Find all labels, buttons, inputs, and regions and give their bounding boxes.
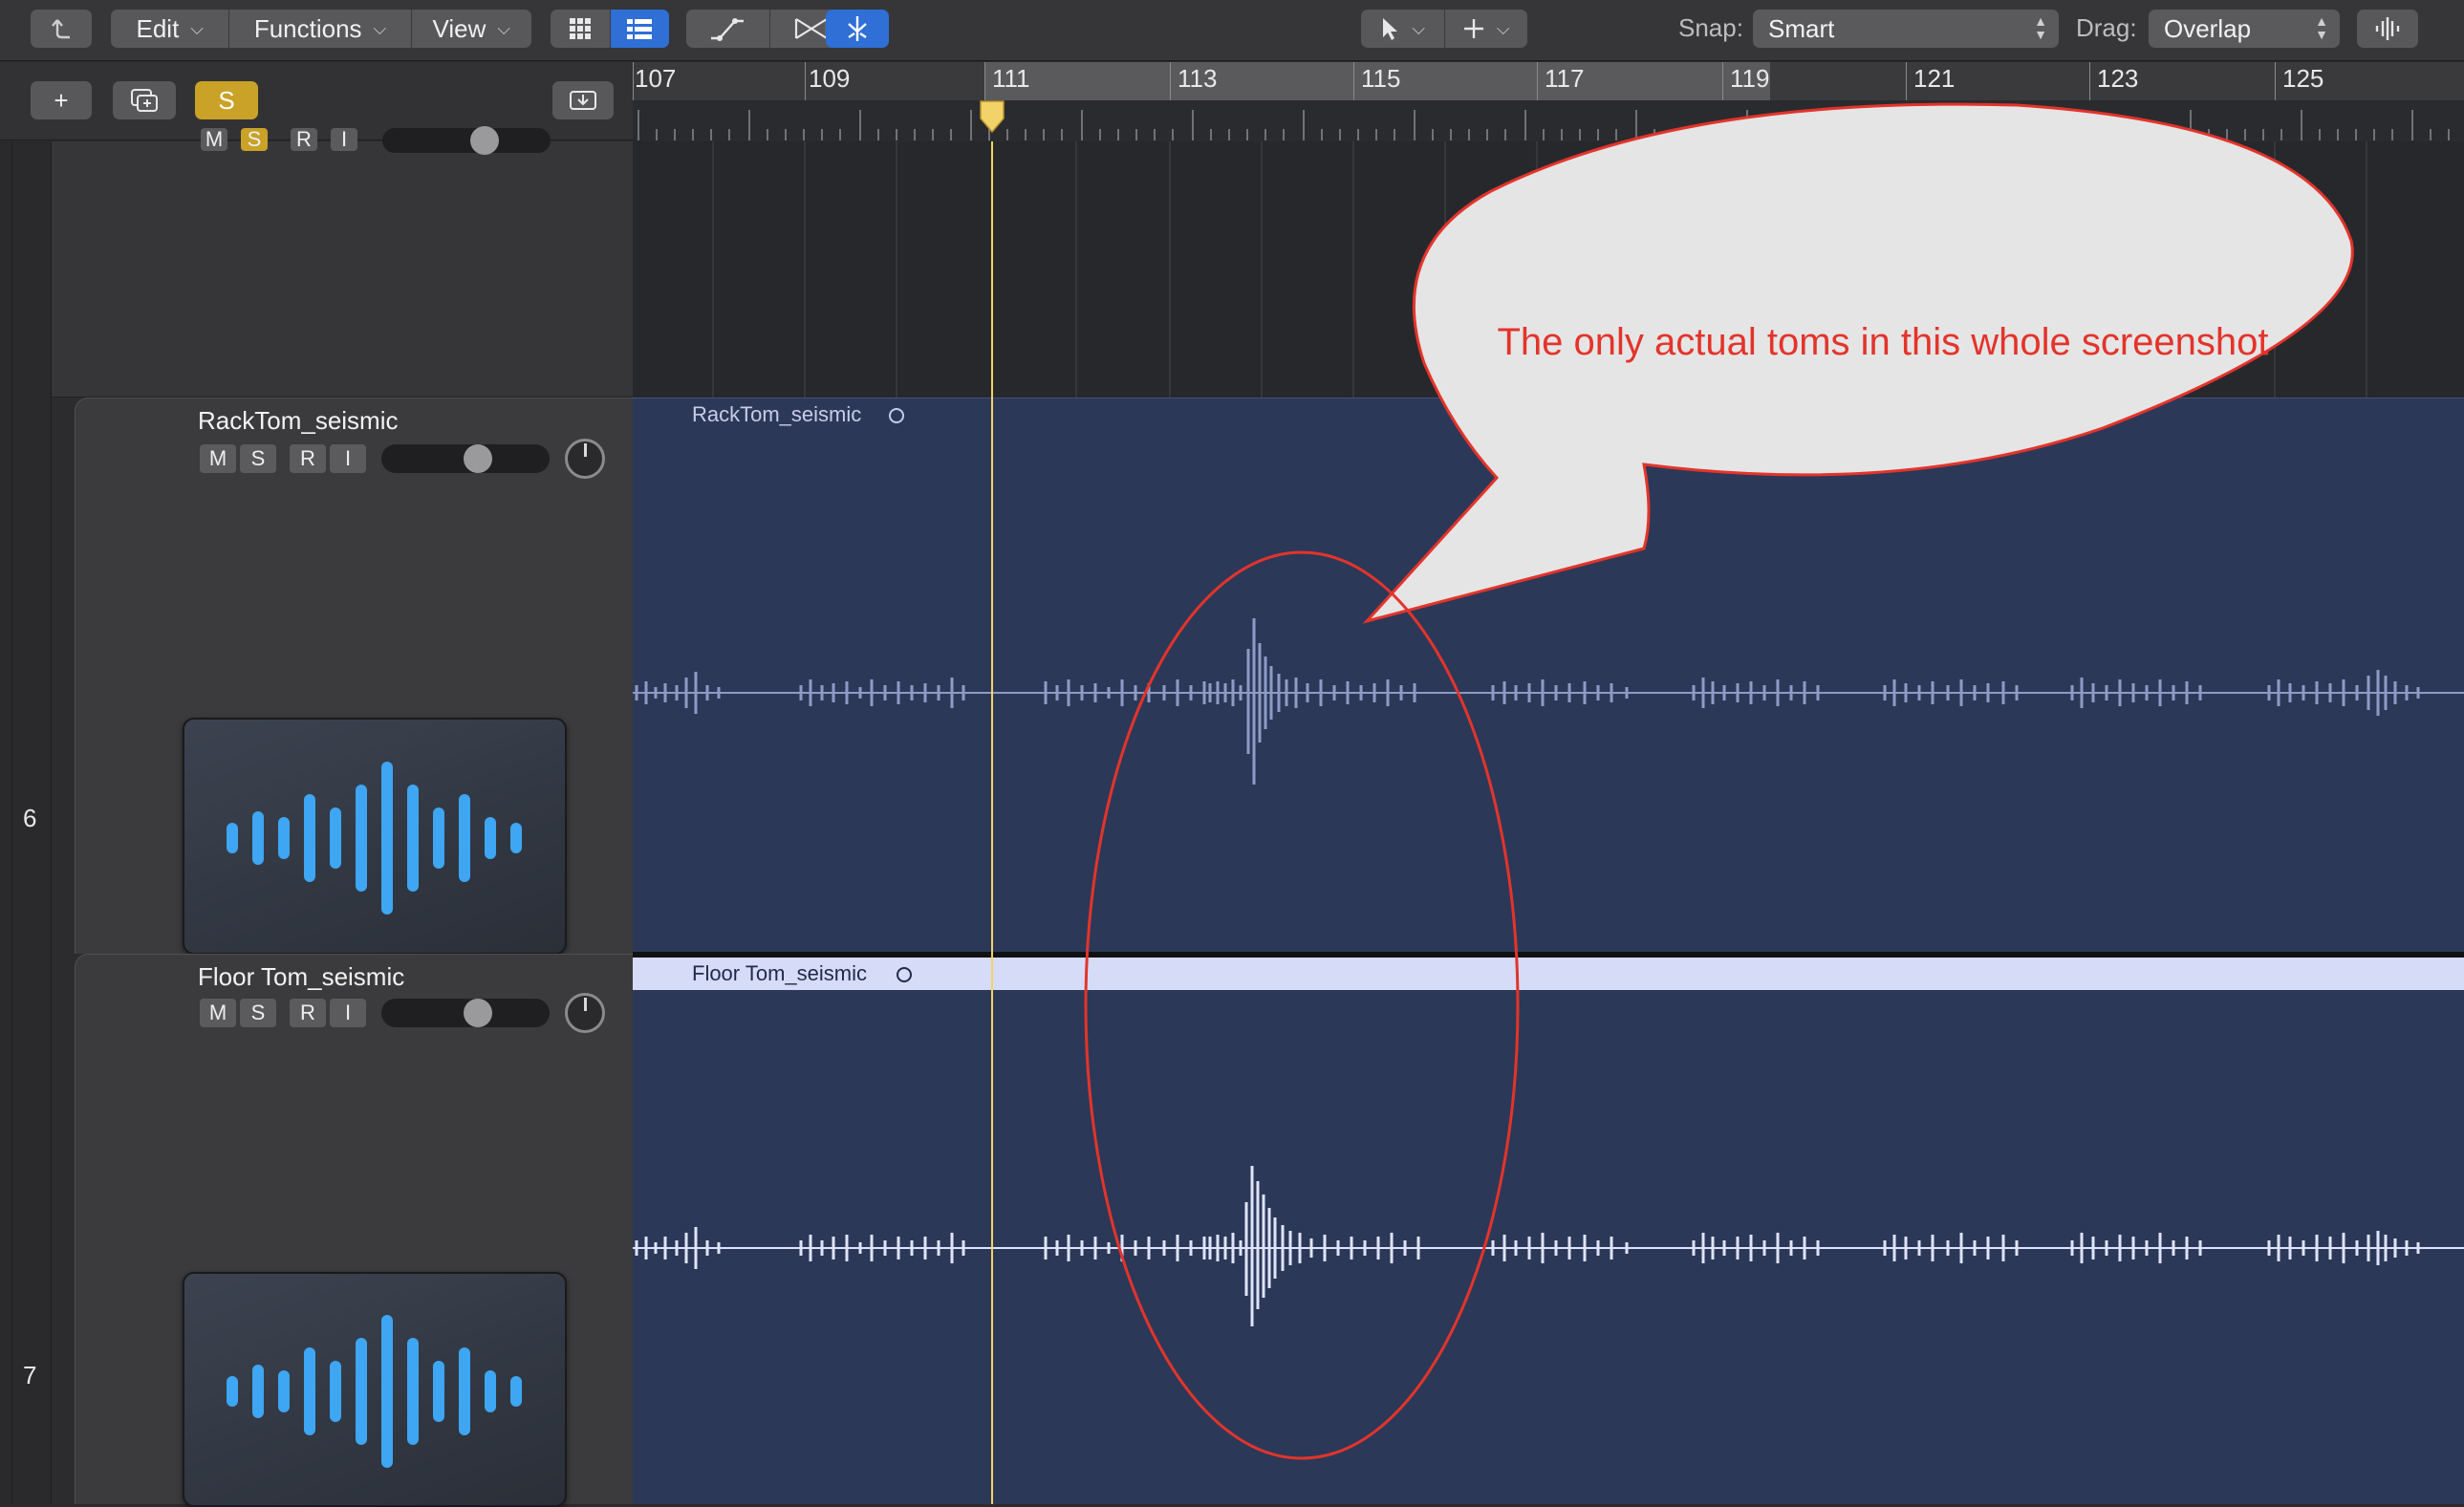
annotation-layer	[1084, 102, 2354, 1460]
highlight-ellipse	[1084, 550, 1520, 1460]
annotation-text: The only actual toms in this whole scree…	[1497, 321, 2269, 363]
